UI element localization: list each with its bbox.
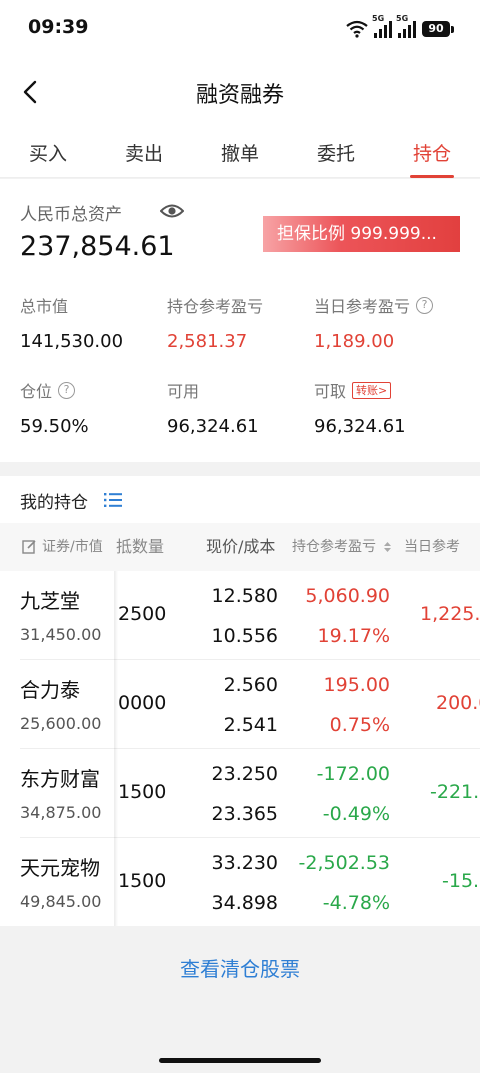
withdrawable-stat: 可取 转账> 96,324.61: [314, 378, 406, 437]
today-pl-label: 当日参考盈亏: [314, 297, 411, 316]
transfer-button[interactable]: 转账>: [352, 381, 392, 399]
withdrawable-value: 96,324.61: [314, 416, 406, 437]
tab-orders[interactable]: 委托: [300, 126, 372, 178]
tab-sell[interactable]: 卖出: [108, 126, 180, 178]
stock-name: 合力泰: [20, 678, 80, 702]
holdings-title: 我的持仓: [20, 493, 88, 513]
table-row[interactable]: 九芝堂 31,450.00 2500 12.580 10.556 5,060.9…: [0, 571, 480, 660]
help-icon[interactable]: ?: [416, 296, 434, 314]
market-value-stat: 总市值 141,530.00: [20, 293, 123, 352]
stock-day-pl: -221.0: [430, 781, 480, 803]
status-time: 09:39: [28, 16, 89, 38]
stock-day-pl: 1,225.0: [420, 603, 480, 625]
stock-market-value: 25,600.00: [20, 714, 102, 733]
stock-price: 2.560: [223, 674, 278, 696]
nav-bar: 融资融券: [0, 58, 480, 126]
stock-cost: 23.365: [211, 803, 278, 825]
wifi-icon: [346, 20, 368, 38]
stock-cost: 10.556: [211, 625, 278, 647]
stock-pl-pct: 19.17%: [317, 625, 390, 647]
stock-name: 天元宠物: [20, 856, 100, 880]
stock-pl: 195.00: [323, 674, 390, 696]
header-position-pl: 持仓参考盈亏: [292, 539, 376, 555]
status-icons: 5G 5G 90: [346, 14, 454, 40]
stock-price: 33.230: [211, 852, 278, 874]
stock-market-value: 34,875.00: [20, 803, 102, 822]
header-security[interactable]: 证券/市值: [42, 523, 103, 571]
position-pl-value: 2,581.37: [167, 331, 248, 352]
header-price-cost[interactable]: 现价/成本: [206, 523, 275, 571]
view-cleared-stocks-link[interactable]: 查看清仓股票: [0, 926, 480, 1012]
edit-icon[interactable]: [22, 539, 37, 554]
stock-quantity: 2500: [118, 603, 167, 625]
available-stat: 可用 96,324.61: [167, 378, 259, 437]
signal-icon: 5G: [396, 14, 416, 38]
header-quantity: 抵数量: [116, 537, 165, 556]
stock-cost: 34.898: [211, 892, 278, 914]
position-ratio-value: 59.50%: [20, 416, 89, 437]
tab-positions-label: 持仓: [412, 143, 451, 165]
stock-pl-pct: -4.78%: [322, 892, 390, 914]
today-pl-label-row: 当日参考盈亏 ?: [314, 293, 434, 317]
collateral-ratio-badge[interactable]: 担保比例 999.999...: [263, 216, 460, 252]
position-ratio-label-row: 仓位 ?: [20, 378, 89, 402]
stock-price: 23.250: [211, 763, 278, 785]
stock-price: 12.580: [211, 585, 278, 607]
position-pl-stat: 持仓参考盈亏 2,581.37: [167, 293, 263, 352]
position-ratio-stat: 仓位 ? 59.50%: [20, 378, 89, 437]
total-assets-value: 237,854.61: [20, 231, 175, 262]
tab-buy[interactable]: 买入: [12, 126, 84, 178]
stock-name: 东方财富: [20, 767, 100, 791]
stock-day-pl: -15.0: [442, 870, 480, 892]
stock-pl: -172.00: [316, 763, 390, 785]
header-day-pl[interactable]: 当日参考: [404, 523, 460, 571]
tab-active-indicator: [410, 175, 454, 178]
tab-positions[interactable]: 持仓: [396, 126, 468, 178]
table-row[interactable]: 合力泰 25,600.00 0000 2.560 2.541 195.00 0.…: [0, 660, 480, 749]
market-value: 141,530.00: [20, 331, 124, 352]
stock-quantity: 1500: [118, 870, 167, 892]
position-ratio-label: 仓位: [20, 382, 53, 401]
frozen-column-shadow: [114, 571, 118, 926]
stock-day-pl: 200.0: [436, 692, 480, 714]
stock-pl: 5,060.90: [305, 585, 390, 607]
stock-market-value: 49,845.00: [20, 892, 102, 911]
stock-quantity: 0000: [118, 692, 167, 714]
available-label: 可用: [167, 382, 200, 401]
sort-icon: [384, 542, 392, 552]
tab-cancel[interactable]: 撤单: [204, 126, 276, 178]
today-pl-stat: 当日参考盈亏 ? 1,189.00: [314, 293, 434, 352]
battery-icon: 90: [422, 21, 454, 37]
table-row[interactable]: 东方财富 34,875.00 1500 23.250 23.365 -172.0…: [0, 749, 480, 838]
signal-icon: 5G: [372, 14, 392, 38]
stock-quantity: 1500: [118, 781, 167, 803]
market-value-label: 总市值: [20, 297, 69, 316]
eye-icon[interactable]: [160, 200, 184, 222]
position-pl-label: 持仓参考盈亏: [167, 297, 264, 316]
stock-pl: -2,502.53: [298, 852, 390, 874]
header-position-pl-wrap[interactable]: 持仓参考盈亏: [292, 523, 392, 571]
home-indicator[interactable]: [159, 1058, 321, 1063]
status-bar: 09:39 5G 5G 90: [0, 0, 480, 58]
stock-name: 九芝堂: [20, 589, 80, 613]
total-assets-label: 人民币总资产: [20, 205, 122, 225]
holdings-section: 我的持仓 证券/市值 抵数量 现价/成本 持仓参考盈亏 当日参考 九芝堂 31,…: [0, 476, 480, 926]
holdings-table-header: 证券/市值 抵数量 现价/成本 持仓参考盈亏 当日参考: [0, 523, 480, 571]
page-title: 融资融券: [195, 83, 284, 108]
help-icon[interactable]: ?: [58, 381, 76, 399]
withdrawable-label: 可取: [314, 382, 347, 401]
trade-tabs: 买入 卖出 撤单 委托 持仓: [0, 126, 480, 178]
stock-market-value: 31,450.00: [20, 625, 102, 644]
today-pl-value: 1,189.00: [314, 331, 395, 352]
battery-level: 90: [422, 21, 450, 37]
stock-pl-pct: -0.49%: [322, 803, 390, 825]
available-value: 96,324.61: [167, 416, 259, 437]
stock-pl-pct: 0.75%: [329, 714, 390, 736]
table-row[interactable]: 天元宠物 49,845.00 1500 33.230 34.898 -2,502…: [0, 838, 480, 926]
withdrawable-label-row: 可取 转账>: [314, 378, 406, 402]
list-icon[interactable]: [104, 492, 122, 508]
stock-cost: 2.541: [223, 714, 278, 736]
asset-summary: 人民币总资产 237,854.61 担保比例 999.999... 总市值 14…: [0, 179, 480, 462]
